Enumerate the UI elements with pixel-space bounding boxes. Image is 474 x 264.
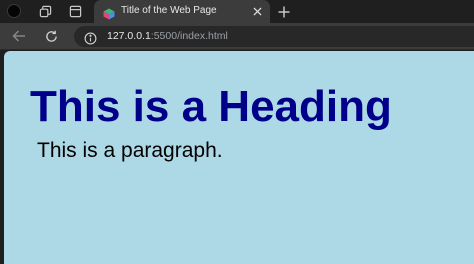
tab-active[interactable]: Title of the Web Page bbox=[94, 0, 270, 23]
close-icon[interactable] bbox=[252, 6, 263, 17]
workspaces-icon[interactable] bbox=[38, 4, 52, 18]
reload-icon[interactable] bbox=[43, 28, 59, 44]
tab-strip: Title of the Web Page bbox=[0, 0, 474, 23]
url-path: :5500/index.html bbox=[150, 30, 228, 42]
page-paragraph: This is a paragraph. bbox=[37, 139, 223, 162]
back-arrow-icon[interactable] bbox=[11, 28, 27, 44]
url-text[interactable]: 127.0.0.1:5500/index.html bbox=[107, 30, 228, 43]
page-heading: This is a Heading bbox=[30, 82, 392, 131]
url-host: 127.0.0.1 bbox=[107, 30, 151, 42]
tab-title: Title of the Web Page bbox=[121, 5, 217, 16]
plus-icon[interactable] bbox=[276, 4, 291, 19]
info-icon[interactable] bbox=[84, 30, 97, 45]
browser-toolbar: 127.0.0.1:5500/index.html bbox=[0, 23, 474, 50]
favicon-icon bbox=[103, 5, 115, 20]
page-viewport: This is a Heading This is a paragraph. bbox=[4, 51, 474, 264]
profile-avatar[interactable] bbox=[7, 4, 21, 18]
tab-actions-icon[interactable] bbox=[68, 4, 82, 18]
address-bar[interactable]: 127.0.0.1:5500/index.html bbox=[74, 26, 474, 47]
